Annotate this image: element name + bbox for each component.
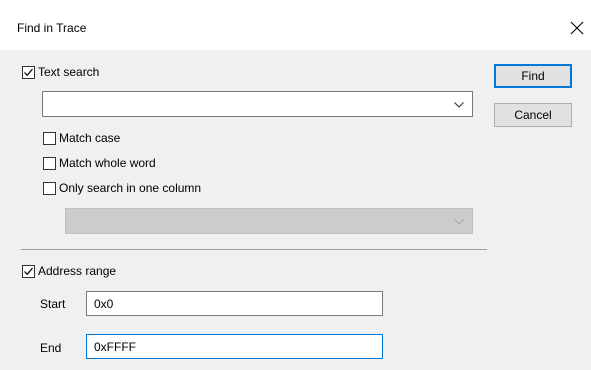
match-whole-word-label: Match whole word [59, 156, 156, 170]
start-address-input[interactable]: 0x0 [86, 291, 383, 316]
end-address-input[interactable]: 0xFFFF [86, 334, 383, 359]
check-icon [24, 267, 33, 275]
address-range-checkbox[interactable] [22, 264, 35, 278]
one-column-label: Only search in one column [59, 181, 202, 195]
chevron-down-icon[interactable] [454, 97, 464, 111]
text-search-toggle[interactable]: Text search [22, 64, 99, 80]
title-bar: Find in Trace [0, 0, 591, 50]
address-range-label: Address range [38, 264, 117, 278]
check-icon [24, 68, 33, 76]
search-text-combobox[interactable] [42, 91, 473, 117]
cancel-button[interactable]: Cancel [494, 103, 572, 127]
text-search-label: Text search [38, 65, 100, 79]
start-label: Start [40, 297, 66, 311]
match-case-checkbox[interactable] [43, 131, 56, 145]
match-whole-word-option[interactable]: Match whole word [43, 155, 156, 171]
section-divider [21, 249, 487, 250]
column-select [65, 208, 473, 234]
end-label: End [40, 341, 62, 355]
match-whole-word-checkbox[interactable] [43, 156, 56, 170]
match-case-label: Match case [59, 131, 121, 145]
start-address-value: 0x0 [94, 296, 114, 311]
chevron-down-icon [454, 214, 464, 228]
find-button[interactable]: Find [494, 64, 572, 88]
address-range-toggle[interactable]: Address range [22, 263, 116, 279]
one-column-checkbox[interactable] [43, 181, 56, 195]
close-icon [570, 21, 584, 35]
end-address-value: 0xFFFF [94, 339, 136, 354]
window-title: Find in Trace [17, 21, 87, 35]
close-button[interactable] [563, 13, 591, 43]
one-column-option[interactable]: Only search in one column [43, 180, 201, 196]
text-search-checkbox[interactable] [22, 65, 35, 79]
match-case-option[interactable]: Match case [43, 130, 120, 146]
